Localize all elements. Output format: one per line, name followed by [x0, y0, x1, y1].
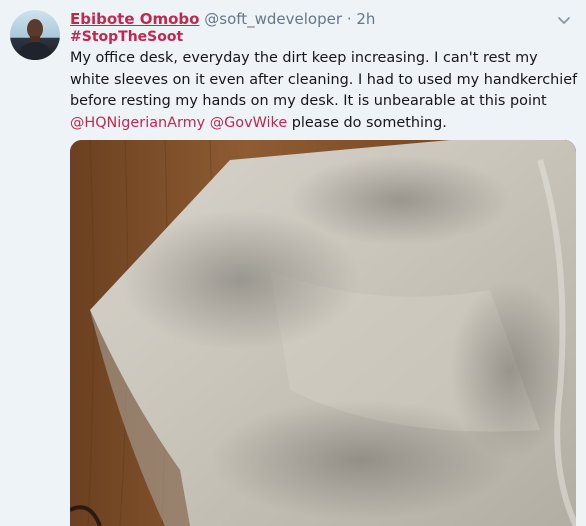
chevron-down-icon[interactable]	[556, 12, 572, 28]
author-handle[interactable]: @soft_wdeveloper	[204, 10, 342, 28]
tweet: Ebibote Omobo @soft_wdeveloper · 2h #Sto…	[0, 0, 586, 526]
tweet-text-tail: please do something.	[287, 114, 447, 131]
mention-hqnigerianarmy[interactable]: @HQNigerianArmy	[70, 115, 205, 131]
avatar-image	[16, 19, 54, 60]
mention-govwike[interactable]: @GovWike	[210, 115, 287, 131]
avatar[interactable]	[10, 10, 60, 60]
author-name[interactable]: Ebibote Omobo	[70, 10, 199, 28]
tweet-text: My office desk, everyday the dirt keep i…	[70, 48, 578, 134]
separator-dot: ·	[346, 10, 352, 28]
hashtag-link[interactable]: #StopTheSoot	[70, 29, 183, 45]
tweet-photo[interactable]	[70, 140, 576, 526]
timestamp[interactable]: 2h	[356, 10, 375, 28]
tweet-text-main: My office desk, everyday the dirt keep i…	[70, 50, 578, 109]
tweet-header: Ebibote Omobo @soft_wdeveloper · 2h	[70, 9, 550, 29]
handkerchief-photo	[70, 140, 576, 526]
